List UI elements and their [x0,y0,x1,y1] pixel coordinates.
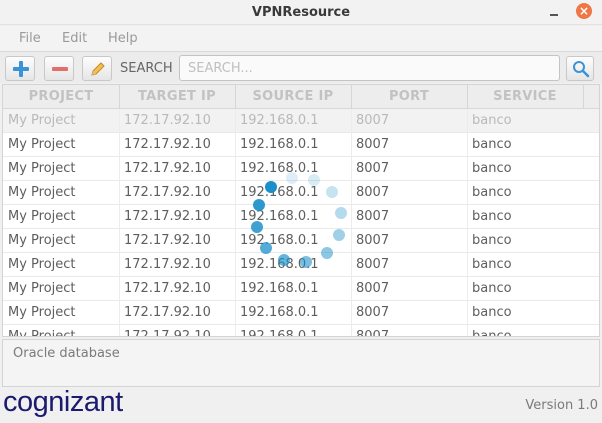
col-header-service[interactable]: SERVICE [467,89,583,104]
spinner-dot [325,186,338,199]
description-text: Oracle database [13,346,120,361]
brand-logo: cognizant [3,386,123,418]
search-button[interactable] [566,56,594,81]
add-button[interactable] [5,56,35,81]
cell-target-ip: 172.17.92.10 [124,257,211,272]
cell-port: 8007 [356,329,390,337]
col-header-source-ip[interactable]: SOURCE IP [235,89,351,104]
cell-target-ip: 172.17.92.10 [124,305,211,320]
cell-service: banco [472,185,512,200]
menu-help[interactable]: Help [108,31,138,46]
menu-edit[interactable]: Edit [62,31,87,46]
col-header-port[interactable]: PORT [351,89,467,104]
cell-project: My Project [8,185,76,200]
cell-source-ip: 192.168.0.1 [240,137,319,152]
cell-port: 8007 [356,305,390,320]
search-label: SEARCH [120,61,173,76]
cell-port: 8007 [356,185,390,200]
cell-service: banco [472,209,512,224]
cell-project: My Project [8,209,76,224]
spinner-dot [260,241,273,254]
spinner-dot [250,221,263,234]
table-row[interactable]: My Project 172.17.92.10 192.168.0.1 8007 ban… [3,133,599,157]
col-header-project[interactable]: PROJECT [3,89,119,104]
spinner-dot [252,199,265,212]
cell-service: banco [472,257,512,272]
cell-target-ip: 172.17.92.10 [124,329,211,337]
cell-port: 8007 [356,209,390,224]
cell-service: banco [472,329,512,337]
cell-source-ip: 192.168.0.1 [240,305,319,320]
spinner-dot [335,206,348,219]
spinner-dot [278,254,291,267]
cell-target-ip: 172.17.92.10 [124,281,211,296]
table-header: PROJECT TARGET IP SOURCE IP PORT SERVICE [3,85,599,109]
cell-port: 8007 [356,113,390,128]
cell-service: banco [472,305,512,320]
table-row[interactable]: My Project 172.17.92.10 192.168.0.1 8007 ban… [3,301,599,325]
cell-target-ip: 172.17.92.10 [124,113,211,128]
cell-service: banco [472,281,512,296]
cell-service: banco [472,161,512,176]
cell-target-ip: 172.17.92.10 [124,185,211,200]
spinner-dot [265,181,278,194]
toolbar: SEARCH [0,51,602,83]
spinner-dot [300,256,313,269]
col-header-target-ip[interactable]: TARGET IP [119,89,235,104]
cell-project: My Project [8,113,76,128]
cell-project: My Project [8,137,76,152]
cell-port: 8007 [356,161,390,176]
cell-service: banco [472,113,512,128]
cell-project: My Project [8,257,76,272]
cell-port: 8007 [356,281,390,296]
cell-port: 8007 [356,257,390,272]
cell-project: My Project [8,305,76,320]
table-row[interactable]: My Project 172.17.92.10 192.168.0.1 8007 ban… [3,109,599,133]
minimize-button[interactable] [546,3,564,21]
cell-port: 8007 [356,137,390,152]
edit-button[interactable] [82,56,112,81]
cell-port: 8007 [356,233,390,248]
cell-project: My Project [8,161,76,176]
cell-target-ip: 172.17.92.10 [124,233,211,248]
cell-project: My Project [8,281,76,296]
close-button[interactable]: × [576,3,592,19]
version-label: Version 1.0 [525,398,598,413]
remove-button[interactable] [44,56,74,81]
title-bar: VPNResource × [0,0,602,25]
cell-source-ip: 192.168.0.1 [240,329,319,337]
footer: cognizant Version 1.0 [0,386,602,423]
cell-source-ip: 192.168.0.1 [240,281,319,296]
menu-bar: File Edit Help [0,26,602,51]
spinner-dot [285,171,298,184]
spinner-dot [333,228,346,241]
cell-target-ip: 172.17.92.10 [124,161,211,176]
cell-project: My Project [8,329,76,337]
search-input[interactable] [179,55,560,81]
description-panel: Oracle database [2,339,600,387]
cell-project: My Project [8,233,76,248]
window-title: VPNResource [251,5,351,20]
cell-service: banco [472,233,512,248]
spinner-dot [320,246,333,259]
spinner-dot [307,173,320,186]
loading-spinner [250,171,360,281]
cell-service: banco [472,137,512,152]
table-row[interactable]: My Project 172.17.92.10 192.168.0.1 8007 ban… [3,325,599,337]
cell-target-ip: 172.17.92.10 [124,209,211,224]
menu-file[interactable]: File [19,31,41,46]
cell-target-ip: 172.17.92.10 [124,137,211,152]
cell-source-ip: 192.168.0.1 [240,113,319,128]
